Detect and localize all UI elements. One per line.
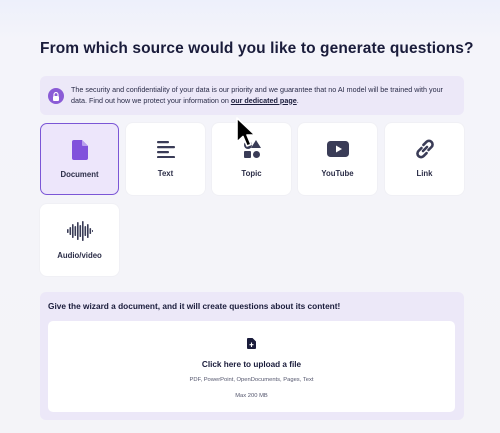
mouse-cursor-icon	[236, 117, 258, 154]
link-icon	[414, 139, 436, 159]
dedicated-page-link[interactable]: our dedicated page	[231, 96, 297, 105]
file-upload-icon	[247, 336, 256, 354]
upload-formats: PDF, PowerPoint, OpenDocuments, Pages, T…	[189, 377, 314, 383]
privacy-notice-suffix: .	[296, 95, 299, 105]
source-card-label: Audio/video	[57, 251, 102, 260]
audio-wave-icon	[66, 221, 93, 241]
document-icon	[71, 140, 88, 160]
source-card-label: Topic	[241, 169, 262, 178]
source-card-label: Document	[60, 170, 99, 179]
source-card-link[interactable]: Link	[385, 123, 464, 195]
upload-title: Click here to upload a file	[201, 360, 302, 369]
text-lines-icon	[156, 139, 175, 159]
wizard-panel: Give the wizard a document, and it will …	[40, 292, 464, 420]
source-card-label: Link	[416, 169, 433, 178]
source-card-text[interactable]: Text	[126, 123, 205, 195]
privacy-notice: The security and confidentiality of your…	[40, 76, 464, 115]
source-card-youtube[interactable]: YouTube	[298, 123, 377, 195]
privacy-notice-text: The security and confidentiality of your…	[71, 85, 456, 106]
youtube-icon	[326, 139, 349, 159]
source-card-document[interactable]: Document	[40, 123, 119, 195]
lock-icon	[48, 88, 64, 104]
source-card-label: YouTube	[321, 169, 354, 178]
source-card-label: Text	[157, 169, 174, 178]
upload-max-size: Max 200 MB	[235, 393, 268, 399]
wizard-title: Give the wizard a document, and it will …	[48, 301, 341, 311]
file-upload-dropzone[interactable]: Click here to upload a file PDF, PowerPo…	[48, 321, 455, 412]
source-card-audio-video[interactable]: Audio/video	[40, 204, 119, 276]
page-title: From which source would you like to gene…	[40, 40, 474, 57]
